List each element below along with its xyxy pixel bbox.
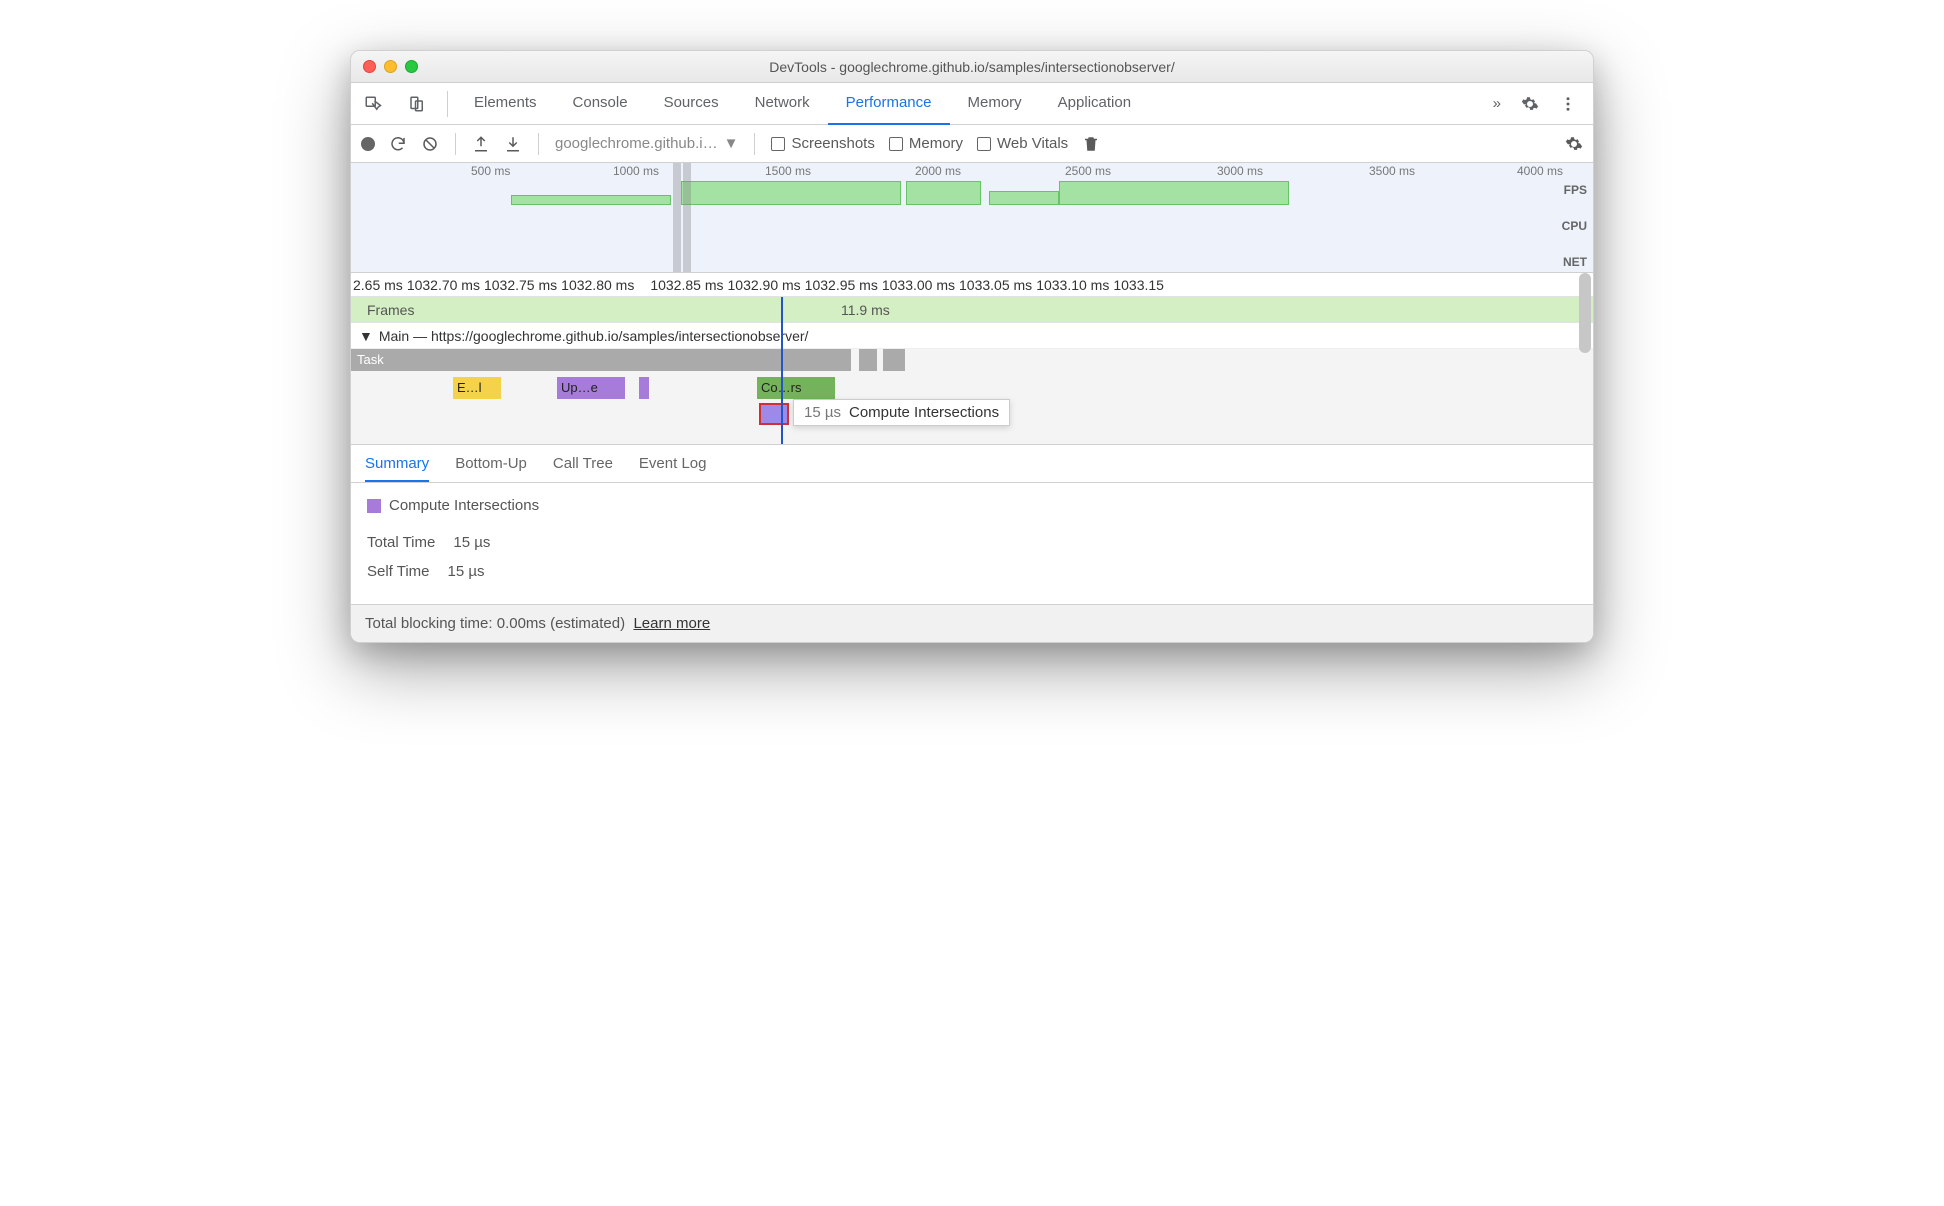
titlebar: DevTools - googlechrome.github.io/sample… xyxy=(351,51,1593,83)
learn-more-link[interactable]: Learn more xyxy=(633,615,710,632)
overview-handle-left[interactable] xyxy=(673,163,681,272)
net-lane-label: NET xyxy=(1563,255,1587,269)
trash-button[interactable] xyxy=(1082,134,1100,152)
kebab-menu-icon[interactable] xyxy=(1559,94,1577,112)
panel-tabbar: Elements Console Sources Network Perform… xyxy=(351,83,1593,125)
label-self-time: Self Time xyxy=(367,563,430,580)
tab-performance[interactable]: Performance xyxy=(828,83,950,125)
recording-select[interactable]: googlechrome.github.i… ▼ xyxy=(555,135,738,152)
flame-compute[interactable]: Co…rs xyxy=(757,377,835,399)
tab-application[interactable]: Application xyxy=(1040,83,1149,125)
inspect-icon[interactable] xyxy=(351,94,395,112)
panel-tabs: Elements Console Sources Network Perform… xyxy=(456,83,1477,125)
settings-icon[interactable] xyxy=(1521,94,1539,112)
fps-lane-label: FPS xyxy=(1564,183,1587,197)
tab-sources[interactable]: Sources xyxy=(646,83,737,125)
reload-button[interactable] xyxy=(389,134,407,152)
main-track-header[interactable]: ▼ Main — https://googlechrome.github.io/… xyxy=(351,323,1593,349)
blocking-time-text: Total blocking time: 0.00ms (estimated) xyxy=(365,615,625,632)
maximize-window-button[interactable] xyxy=(405,60,418,73)
chevron-down-icon: ▼ xyxy=(359,328,373,344)
perf-toolbar: googlechrome.github.i… ▼ Screenshots Mem… xyxy=(351,125,1593,163)
separator xyxy=(447,91,448,117)
footer: Total blocking time: 0.00ms (estimated) … xyxy=(351,604,1593,642)
clear-button[interactable] xyxy=(421,134,439,152)
tab-call-tree[interactable]: Call Tree xyxy=(553,455,613,482)
tab-network[interactable]: Network xyxy=(737,83,828,125)
label-total-time: Total Time xyxy=(367,534,435,551)
summary-swatch xyxy=(367,499,381,513)
flame-update[interactable]: Up…e xyxy=(557,377,625,399)
flame-selected[interactable] xyxy=(759,403,789,425)
capture-settings-icon[interactable] xyxy=(1565,134,1583,152)
flame-task[interactable]: Task xyxy=(351,349,851,371)
summary-pane: Compute Intersections Total Time 15 µs Se… xyxy=(351,483,1593,604)
tab-memory[interactable]: Memory xyxy=(950,83,1040,125)
tab-bottom-up[interactable]: Bottom-Up xyxy=(455,455,527,482)
screenshots-checkbox[interactable]: Screenshots xyxy=(771,135,874,152)
flame-ruler: 2.65 ms1032.70 ms1032.75 ms1032.80 ms103… xyxy=(351,273,1593,297)
tab-console[interactable]: Console xyxy=(555,83,646,125)
flame-chart-area: 2.65 ms1032.70 ms1032.75 ms1032.80 ms103… xyxy=(351,273,1593,445)
summary-event-name: Compute Intersections xyxy=(389,497,539,514)
close-window-button[interactable] xyxy=(363,60,376,73)
traffic-lights xyxy=(363,60,418,73)
upload-button[interactable] xyxy=(472,134,490,152)
cpu-lane-label: CPU xyxy=(1562,219,1587,233)
tab-summary[interactable]: Summary xyxy=(365,455,429,482)
more-tabs-icon[interactable]: » xyxy=(1493,95,1501,112)
memory-checkbox[interactable]: Memory xyxy=(889,135,963,152)
overview-handle-right[interactable] xyxy=(683,163,691,272)
value-total-time: 15 µs xyxy=(453,534,490,551)
detail-tabs: Summary Bottom-Up Call Tree Event Log xyxy=(351,445,1593,483)
tab-event-log[interactable]: Event Log xyxy=(639,455,707,482)
devtools-window: DevTools - googlechrome.github.io/sample… xyxy=(350,50,1594,643)
record-button[interactable] xyxy=(361,137,375,151)
value-self-time: 15 µs xyxy=(448,563,485,580)
minimize-window-button[interactable] xyxy=(384,60,397,73)
window-title: DevTools - googlechrome.github.io/sample… xyxy=(351,59,1593,75)
timeline-overview[interactable]: 500 ms 1000 ms 1500 ms 2000 ms 2500 ms 3… xyxy=(351,163,1593,273)
webvitals-checkbox[interactable]: Web Vitals xyxy=(977,135,1068,152)
download-button[interactable] xyxy=(504,134,522,152)
frames-track[interactable]: Frames 11.9 ms xyxy=(351,297,1593,323)
tab-elements[interactable]: Elements xyxy=(456,83,555,125)
flame-tooltip: 15 µsCompute Intersections xyxy=(793,399,1010,426)
device-toggle-icon[interactable] xyxy=(395,94,439,112)
flame-chart[interactable]: Task E…l Up…e Co…rs 15 µsCompute Interse… xyxy=(351,349,1593,445)
flame-scrollbar[interactable] xyxy=(1579,273,1591,353)
flame-event[interactable]: E…l xyxy=(453,377,501,399)
time-cursor[interactable] xyxy=(781,297,783,444)
